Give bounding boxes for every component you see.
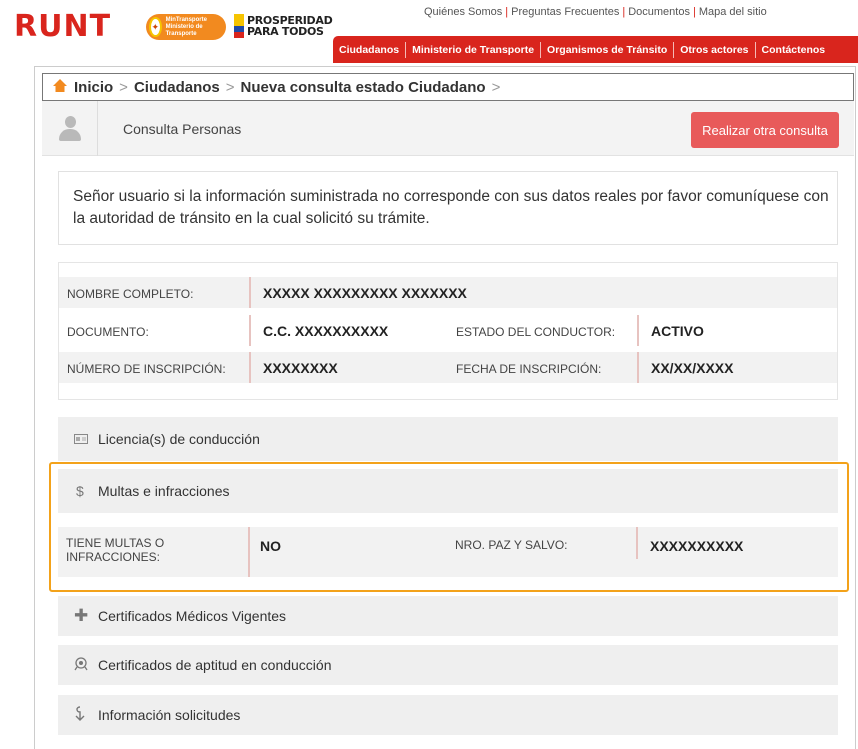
user-icon	[58, 115, 81, 142]
certificate-icon	[74, 656, 98, 674]
colombia-flag-icon	[234, 14, 244, 38]
panel-certificados-medicos[interactable]: ✚ Certificados Médicos Vigentes	[58, 596, 838, 637]
medical-cross-icon: ✚	[74, 606, 89, 625]
person-data-table: NOMBRE COMPLETO: XXXXX XXXXXXXXX XXXXXXX…	[58, 262, 838, 400]
chevron-right-icon: >	[119, 78, 128, 96]
download-icon	[74, 705, 98, 725]
inscripcion-label: NÚMERO DE INSCRIPCIÓN:	[67, 362, 226, 376]
home-icon[interactable]	[53, 79, 67, 95]
breadcrumb-nueva-consulta[interactable]: Nueva consulta estado Ciudadano	[241, 79, 486, 96]
breadcrumb-inicio[interactable]: Inicio	[74, 79, 113, 96]
consult-bar: Consulta Personas Realizar otra consulta	[42, 101, 854, 156]
paz-salvo-label: NRO. PAZ Y SALVO:	[455, 538, 568, 552]
chevron-right-icon: >	[225, 78, 235, 96]
nav-ministerio-de-transporte[interactable]: Ministerio de Transporte	[405, 41, 540, 58]
panel-licencias[interactable]: Licencia(s) de conducción	[58, 417, 838, 462]
nav-contactenos[interactable]: Contáctenos	[754, 41, 832, 58]
nombre-value: XXXXX XXXXXXXXX XXXXXXX	[263, 285, 467, 301]
divider	[636, 527, 638, 559]
dollar-icon: $	[76, 483, 84, 499]
fecha-value: XX/XX/XXXX	[651, 360, 734, 376]
link-separator: |	[622, 6, 626, 18]
id-card-icon	[74, 432, 98, 447]
estado-value: ACTIVO	[651, 323, 704, 339]
avatar	[42, 101, 98, 156]
notice-message: Señor usuario si la información suminist…	[58, 171, 838, 245]
breadcrumb: Inicio > Ciudadanos > Nueva consulta est…	[42, 73, 854, 101]
table-row: TIENE MULTAS O INFRACCIONES: NO NRO. PAZ…	[58, 527, 838, 577]
multas-content: TIENE MULTAS O INFRACCIONES: NO NRO. PAZ…	[58, 513, 838, 586]
coat-of-arms-icon: ✦	[149, 17, 162, 37]
divider	[637, 315, 639, 346]
table-row: NÚMERO DE INSCRIPCIÓN: XXXXXXXX FECHA DE…	[59, 352, 837, 383]
link-documentos[interactable]: Documentos	[628, 6, 690, 18]
link-quienes-somos[interactable]: Quiénes Somos	[424, 6, 502, 18]
divider	[249, 277, 251, 308]
panel-informacion-label: Información solicitudes	[98, 707, 241, 723]
new-query-button[interactable]: Realizar otra consulta	[691, 112, 839, 148]
panel-multas[interactable]: $ Multas e infracciones	[58, 469, 838, 513]
mintransporte-logo-text: MinTransporte Ministerio de Transporte	[165, 16, 207, 37]
nav-organismos-de-transito[interactable]: Organismos de Tránsito	[540, 41, 673, 58]
link-separator: |	[505, 6, 509, 18]
nombre-label: NOMBRE COMPLETO:	[67, 287, 194, 301]
main-nav: Ciudadanos Ministerio de Transporte Orga…	[333, 36, 858, 63]
nav-ciudadanos[interactable]: Ciudadanos	[333, 42, 405, 58]
panel-certificados-aptitud[interactable]: Certificados de aptitud en conducción	[58, 645, 838, 686]
panel-informacion-solicitudes[interactable]: Información solicitudes	[58, 695, 838, 736]
chevron-right-icon: >	[491, 78, 501, 96]
divider	[248, 527, 250, 577]
prosperidad-logo: PROSPERIDAD PARA TODOS	[234, 14, 333, 38]
panel-certificados-aptitud-label: Certificados de aptitud en conducción	[98, 657, 332, 673]
table-row: NOMBRE COMPLETO: XXXXX XXXXXXXXX XXXXXXX	[59, 277, 837, 308]
panel-multas-label: Multas e infracciones	[98, 483, 230, 499]
mintransporte-logo: ✦ MinTransporte Ministerio de Transporte	[146, 14, 226, 40]
inscripcion-value: XXXXXXXX	[263, 360, 338, 376]
panel-licencias-label: Licencia(s) de conducción	[98, 431, 260, 447]
divider	[637, 352, 639, 383]
top-links: Quiénes Somos | Preguntas Frecuentes | Docum…	[424, 6, 767, 18]
divider	[249, 315, 251, 346]
link-preguntas-frecuentes[interactable]: Preguntas Frecuentes	[511, 6, 619, 18]
documento-label: DOCUMENTO:	[67, 325, 149, 339]
estado-label: ESTADO DEL CONDUCTOR:	[456, 325, 616, 339]
breadcrumb-ciudadanos[interactable]: Ciudadanos	[134, 79, 220, 96]
documento-value: C.C. XXXXXXXXXX	[263, 323, 389, 339]
divider	[249, 352, 251, 383]
fecha-label: FECHA DE INSCRIPCIÓN:	[456, 362, 602, 376]
runt-logo[interactable]: RUNT	[14, 12, 111, 42]
paz-salvo-value: XXXXXXXXXX	[650, 538, 744, 554]
prosperidad-line-2: PARA TODOS	[247, 25, 324, 38]
tiene-multas-value: NO	[260, 538, 281, 554]
consult-title: Consulta Personas	[123, 121, 242, 137]
panel-certificados-medicos-label: Certificados Médicos Vigentes	[98, 608, 287, 624]
table-row: DOCUMENTO: C.C. XXXXXXXXXX ESTADO DEL CO…	[59, 315, 837, 346]
nav-otros-actores[interactable]: Otros actores	[673, 41, 754, 58]
tiene-multas-label: TIENE MULTAS O INFRACCIONES:	[66, 536, 165, 564]
link-mapa-del-sitio[interactable]: Mapa del sitio	[699, 6, 767, 18]
link-separator: |	[692, 6, 696, 18]
